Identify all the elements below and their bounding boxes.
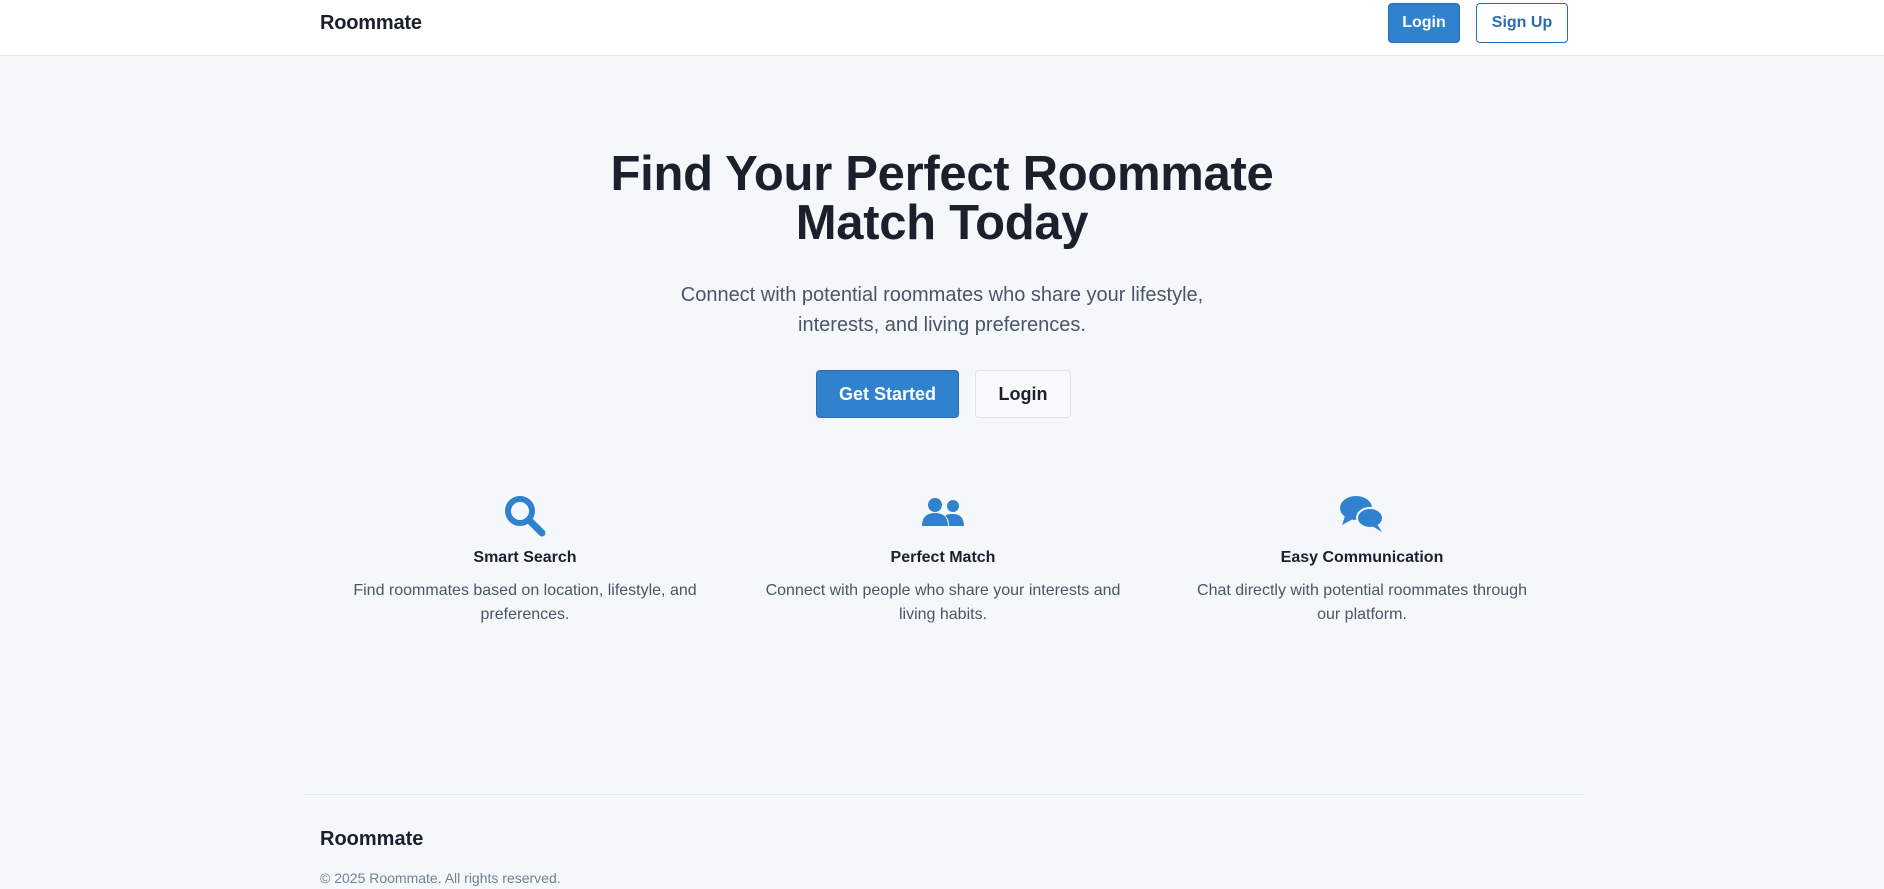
login-button[interactable]: Login xyxy=(1388,3,1460,43)
feature-perfect-match: Perfect Match Connect with people who sh… xyxy=(753,494,1133,627)
hero-subtitle-line-2: interests, and living preferences. xyxy=(798,314,1086,336)
feature-description: Chat directly with potential roommates t… xyxy=(1197,582,1527,623)
feature-description: Connect with people who share your inter… xyxy=(765,582,1121,623)
feature-easy-communication: Easy Communication Chat directly with po… xyxy=(1172,494,1552,627)
feature-description: Find roommates based on location, lifest… xyxy=(353,582,697,623)
signup-button[interactable]: Sign Up xyxy=(1476,3,1568,43)
users-icon xyxy=(753,494,1133,542)
feature-smart-search: Smart Search Find roommates based on loc… xyxy=(335,494,715,627)
top-navbar: Roommate Login Sign Up xyxy=(0,0,1884,56)
brand-logo[interactable]: Roommate xyxy=(320,12,422,35)
get-started-button[interactable]: Get Started xyxy=(816,370,959,418)
search-icon xyxy=(335,494,715,542)
feature-title: Perfect Match xyxy=(890,549,996,566)
hero-login-button[interactable]: Login xyxy=(975,370,1071,418)
footer-brand: Roommate xyxy=(320,828,424,850)
feature-title: Smart Search xyxy=(473,549,577,566)
hero-title: Find Your Perfect Roommate Match Today xyxy=(442,150,1442,248)
footer-divider xyxy=(304,794,1584,795)
feature-title: Easy Communication xyxy=(1280,549,1444,566)
hero-subtitle-line-1: Connect with potential roommates who sha… xyxy=(680,284,1204,306)
hero-subtitle: Connect with potential roommates who sha… xyxy=(642,280,1242,340)
hero-title-line-1: Find Your Perfect Roommate xyxy=(610,147,1274,201)
chat-icon xyxy=(1172,494,1552,542)
footer-copyright: © 2025 Roommate. All rights reserved. xyxy=(320,870,561,886)
landing-page: Roommate Login Sign Up Find Your Perfect… xyxy=(0,0,1884,889)
hero-title-line-2: Match Today xyxy=(795,196,1089,250)
